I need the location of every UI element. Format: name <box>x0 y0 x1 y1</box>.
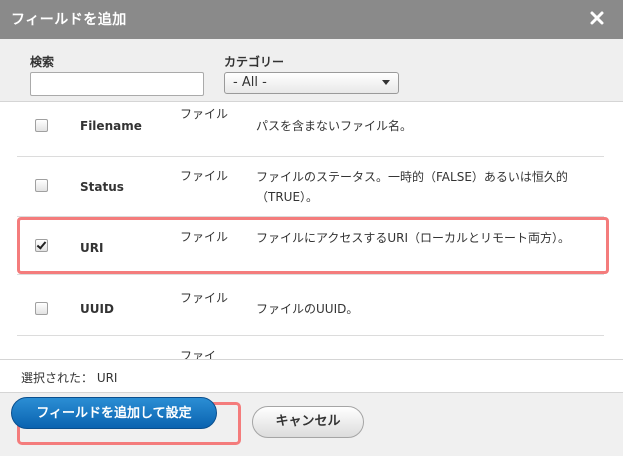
field-category: ファイル <box>180 230 229 244</box>
dialog-title: フィールドを追加 <box>11 12 127 28</box>
category-select-value: - All - <box>233 75 267 90</box>
field-description: ファイルのUUID。 <box>256 302 359 316</box>
search-input[interactable] <box>30 72 204 96</box>
category-label: カテゴリー <box>224 55 285 69</box>
chevron-down-icon <box>382 80 390 85</box>
row-checkbox[interactable] <box>35 119 48 132</box>
field-description: パスを含まないファイル名。 <box>256 119 413 133</box>
list-item[interactable]: UUID ファイル ファイルのUUID。 <box>17 275 604 336</box>
field-category: ファイ <box>180 349 217 359</box>
selection-summary: 選択された： URI <box>0 359 623 392</box>
field-list: Filename ファイル パスを含まないファイル名。 Status ファイル … <box>0 102 623 359</box>
list-item[interactable]: Filename ファイル パスを含まないファイル名。 <box>17 102 604 157</box>
add-field-dialog: フィールドを追加 検索 カテゴリー - All - Filename ファイル … <box>0 0 623 456</box>
category-select[interactable]: - All - <box>224 72 399 94</box>
dialog-titlebar: フィールドを追加 <box>0 0 623 39</box>
add-field-and-configure-button[interactable]: フィールドを追加して設定 <box>11 397 217 429</box>
field-name: UUID <box>80 302 114 316</box>
cancel-button[interactable]: キャンセル <box>252 406 364 438</box>
field-name: URI <box>80 241 104 255</box>
field-category: ファイル <box>180 107 229 121</box>
filter-bar: 検索 カテゴリー - All - <box>0 39 623 102</box>
close-icon[interactable] <box>585 6 609 30</box>
field-name: Filename <box>80 119 142 133</box>
list-item[interactable]: ファイ <box>17 336 604 359</box>
field-category: ファイル <box>180 291 229 305</box>
field-description: ファイルにアクセスするURI（ローカルとリモート両方）。 <box>256 231 571 245</box>
row-checkbox[interactable] <box>35 302 48 315</box>
field-category: ファイル <box>180 169 229 183</box>
list-item[interactable]: Status ファイル ファイルのステータス。一時的（FALSE）あるいは恒久的… <box>17 157 604 217</box>
search-label: 検索 <box>30 55 55 69</box>
row-checkbox-checked[interactable] <box>35 239 48 252</box>
field-name: Status <box>80 180 124 194</box>
list-item[interactable]: URI ファイル ファイルにアクセスするURI（ローカルとリモート両方）。 <box>17 217 604 275</box>
dialog-footer: フィールドを追加して設定 キャンセル <box>0 392 623 456</box>
field-description: ファイルのステータス。一時的（FALSE）あるいは恒久的（TRUE）。 <box>256 170 568 204</box>
row-checkbox[interactable] <box>35 179 48 192</box>
selection-text: 選択された： URI <box>21 371 118 385</box>
